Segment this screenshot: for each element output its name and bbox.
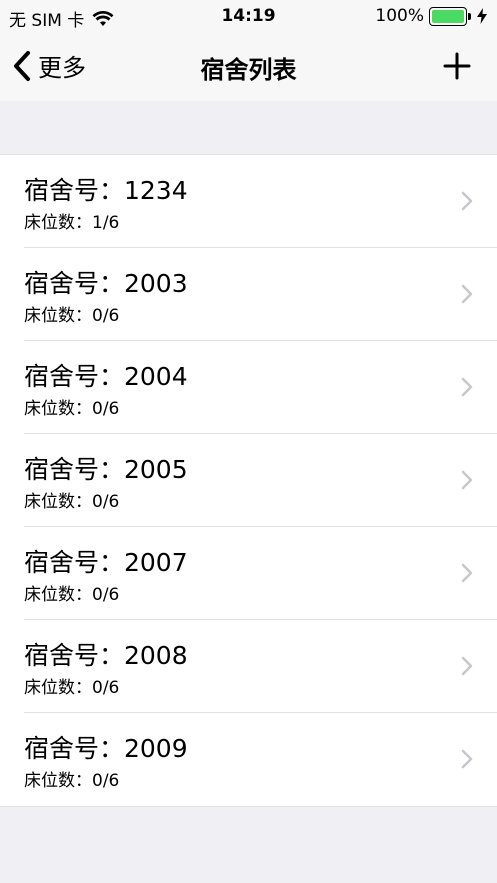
battery-fill (432, 9, 464, 23)
chevron-right-icon (461, 749, 473, 769)
bed-count: 床位数：0/6 (24, 399, 120, 419)
dorm-row[interactable]: 宿舍号：2009 床位数：0/6 (0, 713, 497, 806)
nav-bar: 更多 宿舍列表 (0, 32, 497, 101)
status-bar: 无 SIM 卡 14:19 100% (0, 0, 497, 32)
charging-bolt-icon (477, 8, 487, 24)
dorm-number: 宿舍号：2008 (24, 641, 188, 670)
chevron-right-icon (461, 563, 473, 583)
bed-count: 床位数：1/6 (24, 213, 120, 233)
bed-count: 床位数：0/6 (24, 306, 120, 326)
page-title: 宿舍列表 (200, 56, 297, 84)
dorm-row[interactable]: 宿舍号：2008 床位数：0/6 (0, 620, 497, 713)
dorm-row[interactable]: 宿舍号：1234 床位数：1/6 (0, 155, 497, 248)
chevron-right-icon (461, 377, 473, 397)
chevron-right-icon (461, 656, 473, 676)
dorm-number: 宿舍号：1234 (24, 176, 188, 205)
bed-count: 床位数：0/6 (24, 492, 120, 512)
dorm-number: 宿舍号：2007 (24, 548, 188, 577)
status-right: 100% (375, 6, 487, 26)
battery-percent: 100% (375, 6, 424, 26)
bed-count: 床位数：0/6 (24, 585, 120, 605)
bed-count: 床位数：0/6 (24, 771, 120, 791)
dorm-row[interactable]: 宿舍号：2004 床位数：0/6 (0, 341, 497, 434)
dorm-row[interactable]: 宿舍号：2007 床位数：0/6 (0, 527, 497, 620)
chevron-right-icon (461, 470, 473, 490)
dorm-number: 宿舍号：2005 (24, 455, 188, 484)
dorm-row[interactable]: 宿舍号：2005 床位数：0/6 (0, 434, 497, 527)
dorm-list: 宿舍号：1234 床位数：1/6 宿舍号：2003 床位数：0/6 宿舍号：20… (0, 154, 497, 807)
battery-cap (468, 12, 471, 20)
plus-icon[interactable] (443, 52, 471, 80)
chevron-right-icon (461, 191, 473, 211)
dorm-row[interactable]: 宿舍号：2003 床位数：0/6 (0, 248, 497, 341)
dorm-number: 宿舍号：2003 (24, 269, 188, 298)
dorm-number: 宿舍号：2004 (24, 362, 188, 391)
dorm-number: 宿舍号：2009 (24, 734, 188, 763)
battery-icon (429, 6, 467, 26)
chevron-right-icon (461, 284, 473, 304)
bed-count: 床位数：0/6 (24, 678, 120, 698)
